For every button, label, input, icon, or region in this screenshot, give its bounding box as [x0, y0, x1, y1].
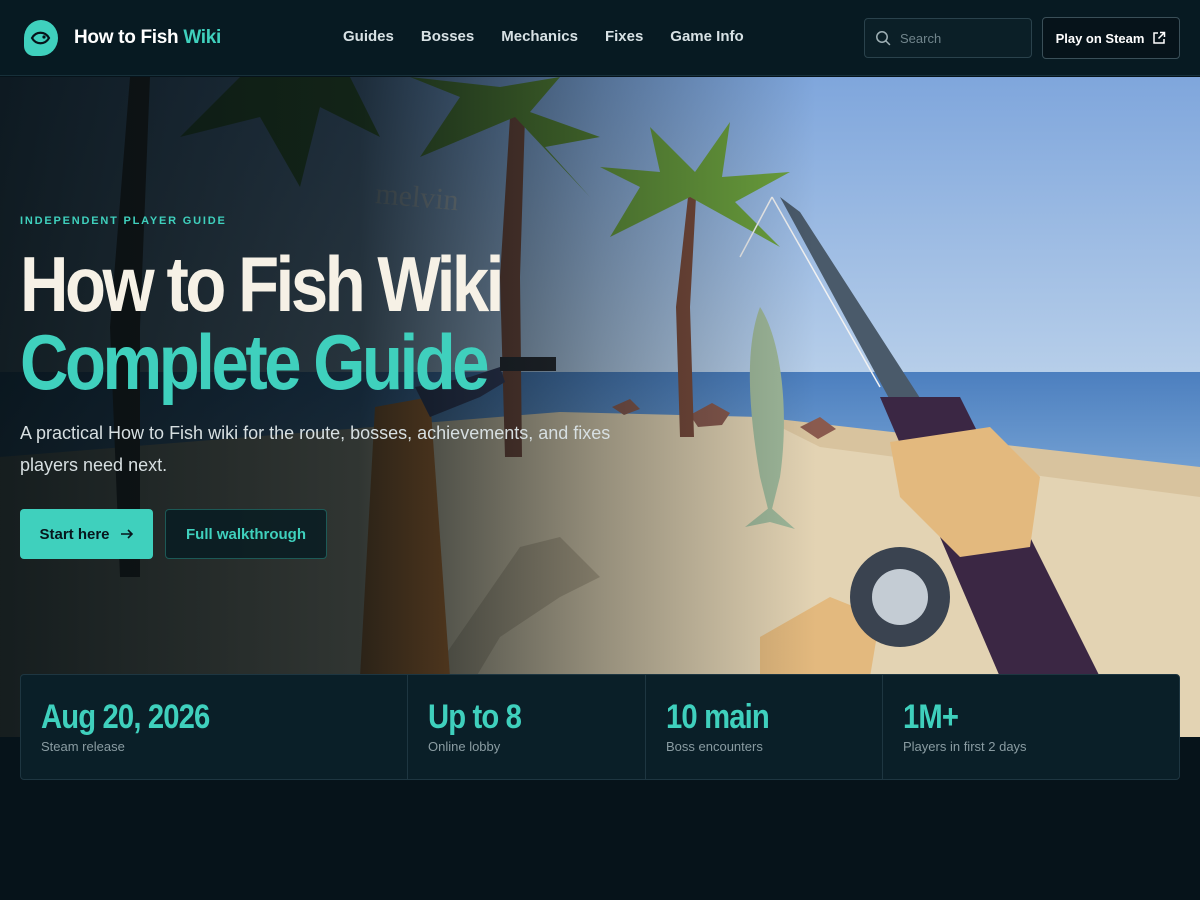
- search-input[interactable]: [900, 30, 1010, 46]
- nav-bosses[interactable]: Bosses: [421, 28, 474, 45]
- stat-label: Online lobby: [428, 739, 501, 754]
- brand-link[interactable]: How to Fish Wiki: [24, 20, 221, 56]
- stat-release: Aug 20, 2026 Steam release: [21, 675, 408, 779]
- stat-value: 1M+: [903, 698, 959, 736]
- search-icon: [876, 31, 891, 46]
- nav-game-info[interactable]: Game Info: [670, 28, 743, 45]
- stat-value: Aug 20, 2026: [41, 698, 210, 736]
- stats-bar: Aug 20, 2026 Steam release Up to 8 Onlin…: [20, 674, 1180, 780]
- start-here-button[interactable]: Start here: [20, 509, 153, 559]
- stat-value: 10 main: [666, 698, 770, 736]
- stat-lobby: Up to 8 Online lobby: [408, 675, 646, 779]
- hero-title: How to Fish Wiki Complete Guide: [20, 245, 570, 401]
- main-nav: Guides Bosses Mechanics Fixes Game Info: [343, 28, 744, 45]
- stat-label: Boss encounters: [666, 739, 763, 754]
- play-on-steam-button[interactable]: Play on Steam: [1042, 17, 1180, 59]
- stat-label: Steam release: [41, 739, 125, 754]
- arrow-right-icon: [120, 529, 133, 539]
- brand-name: How to Fish Wiki: [74, 27, 222, 48]
- nav-mechanics[interactable]: Mechanics: [501, 28, 578, 45]
- hero-description: A practical How to Fish wiki for the rou…: [20, 423, 611, 475]
- nav-fixes[interactable]: Fixes: [605, 28, 643, 45]
- stat-players: 1M+ Players in first 2 days: [883, 675, 1179, 779]
- nav-guides[interactable]: Guides: [343, 28, 394, 45]
- external-link-icon: [1153, 31, 1166, 44]
- stat-label: Players in first 2 days: [903, 739, 1027, 754]
- full-walkthrough-label: Full walkthrough: [186, 525, 306, 543]
- site-header: How to Fish Wiki Guides Bosses Mechanics…: [0, 0, 1200, 76]
- hero-title-line2: Complete Guide: [20, 318, 490, 406]
- hero-actions: Start here Full walkthrough: [20, 509, 660, 559]
- play-on-steam-label: Play on Steam: [1055, 30, 1145, 46]
- stat-bosses: 10 main Boss encounters: [646, 675, 883, 779]
- stat-value: Up to 8: [428, 698, 522, 736]
- full-walkthrough-button[interactable]: Full walkthrough: [165, 509, 327, 559]
- hero-section: melvin INDEPENDENT PLAYER GUIDE How to F…: [0, 77, 1200, 737]
- search-box[interactable]: [864, 18, 1032, 58]
- start-here-label: Start here: [39, 525, 110, 543]
- hero-title-line1: How to Fish Wiki: [20, 240, 504, 328]
- fish-icon: [24, 20, 58, 56]
- hero-eyebrow: INDEPENDENT PLAYER GUIDE: [20, 215, 227, 227]
- hero-content: INDEPENDENT PLAYER GUIDE How to Fish Wik…: [20, 215, 660, 559]
